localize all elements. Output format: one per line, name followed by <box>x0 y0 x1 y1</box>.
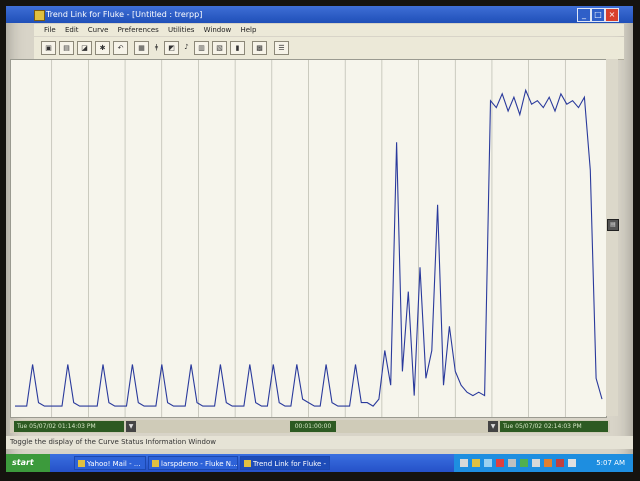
status-text: Toggle the display of the Curve Status I… <box>10 438 216 446</box>
end-time[interactable]: Tue 05/07/02 02:14:03 PM <box>500 421 608 432</box>
window-title: Trend Link for Fluke - [Untitled : trerp… <box>46 10 203 19</box>
graph-icon[interactable]: ◩ <box>164 41 179 55</box>
tray-info-icon[interactable] <box>484 459 492 467</box>
task-trend-link[interactable]: Trend Link for Fluke - ... <box>240 456 330 470</box>
menu-help[interactable]: Help <box>240 24 256 36</box>
maximize-button[interactable]: □ <box>591 8 605 22</box>
title-bar: Trend Link for Fluke - [Untitled : trerp… <box>6 6 633 23</box>
zoom-icon[interactable]: ◪ <box>77 41 92 55</box>
right-panel: ▤ <box>606 59 619 416</box>
scroll-left-button[interactable]: ▼ <box>126 421 136 432</box>
system-tray: 5:07 AM <box>454 454 633 472</box>
tray-alert-icon[interactable] <box>496 459 504 467</box>
tray-volume-icon[interactable] <box>508 459 516 467</box>
task-icon <box>244 460 251 467</box>
start-button[interactable]: start <box>6 454 50 472</box>
open-icon[interactable]: ▣ <box>41 41 56 55</box>
timeline-bar: Tue 05/07/02 01:14:03 PM ▼ 00:01:00:00 ▼… <box>10 420 610 433</box>
task-label: Yahoo! Mail - ... <box>87 460 141 468</box>
task-label: larspdemo - Fluke N... <box>161 460 238 468</box>
tray-app-icon[interactable] <box>544 459 552 467</box>
tray-antivirus-icon[interactable] <box>556 459 564 467</box>
time-span[interactable]: 00:01:00:00 <box>290 421 336 432</box>
task-larspdemo[interactable]: larspdemo - Fluke N... <box>148 456 238 470</box>
undo-icon[interactable]: ↶ <box>113 41 128 55</box>
table-icon[interactable]: ▧ <box>212 41 227 55</box>
app-icon <box>34 10 45 21</box>
cursor-icon[interactable]: ✱ <box>95 41 110 55</box>
tray-network-icon[interactable] <box>460 459 468 467</box>
taskbar: start Yahoo! Mail - ... larspdemo - Fluk… <box>6 454 633 472</box>
tray-display-icon[interactable] <box>532 459 540 467</box>
toolbar: ▣ ▤ ◪ ✱ ↶ ▦ ǂ ◩ ♪ ▥ ▧ ▮ ▩ ☰ <box>34 37 624 60</box>
tray-shield-icon[interactable] <box>520 459 528 467</box>
tray-monitor-icon[interactable] <box>472 459 480 467</box>
info-icon[interactable]: ▮ <box>230 41 245 55</box>
menu-curve[interactable]: Curve <box>88 24 109 36</box>
menu-window[interactable]: Window <box>204 24 232 36</box>
marker-icon[interactable]: ǂ <box>152 41 161 55</box>
note-icon[interactable]: ♪ <box>182 41 191 55</box>
panel-toggle-button[interactable]: ▤ <box>607 219 619 231</box>
screen: Trend Link for Fluke - [Untitled : trerp… <box>6 6 633 472</box>
menu-edit[interactable]: Edit <box>65 24 79 36</box>
task-icon <box>78 460 85 467</box>
taskbar-clock[interactable]: 5:07 AM <box>596 454 625 472</box>
scroll-right-button[interactable]: ▼ <box>488 421 498 432</box>
task-yahoo-mail[interactable]: Yahoo! Mail - ... <box>74 456 146 470</box>
menu-file[interactable]: File <box>44 24 56 36</box>
grid-icon[interactable]: ▩ <box>252 41 267 55</box>
minimize-button[interactable]: _ <box>577 8 591 22</box>
status-window-icon[interactable]: ☰ <box>274 41 289 55</box>
task-label: Trend Link for Fluke - ... <box>253 460 330 468</box>
trend-plot[interactable] <box>10 59 607 418</box>
chart-icon[interactable]: ▥ <box>194 41 209 55</box>
start-time[interactable]: Tue 05/07/02 01:14:03 PM <box>14 421 124 432</box>
task-icon <box>152 460 159 467</box>
close-button[interactable]: × <box>605 8 619 22</box>
curve-icon[interactable]: ▦ <box>134 41 149 55</box>
menu-utilities[interactable]: Utilities <box>168 24 194 36</box>
menu-preferences[interactable]: Preferences <box>118 24 159 36</box>
trend-chart <box>15 60 603 417</box>
tray-speaker-icon[interactable] <box>568 459 576 467</box>
save-icon[interactable]: ▤ <box>59 41 74 55</box>
status-bar: Toggle the display of the Curve Status I… <box>6 436 633 449</box>
menu-bar: File Edit Curve Preferences Utilities Wi… <box>34 24 624 36</box>
